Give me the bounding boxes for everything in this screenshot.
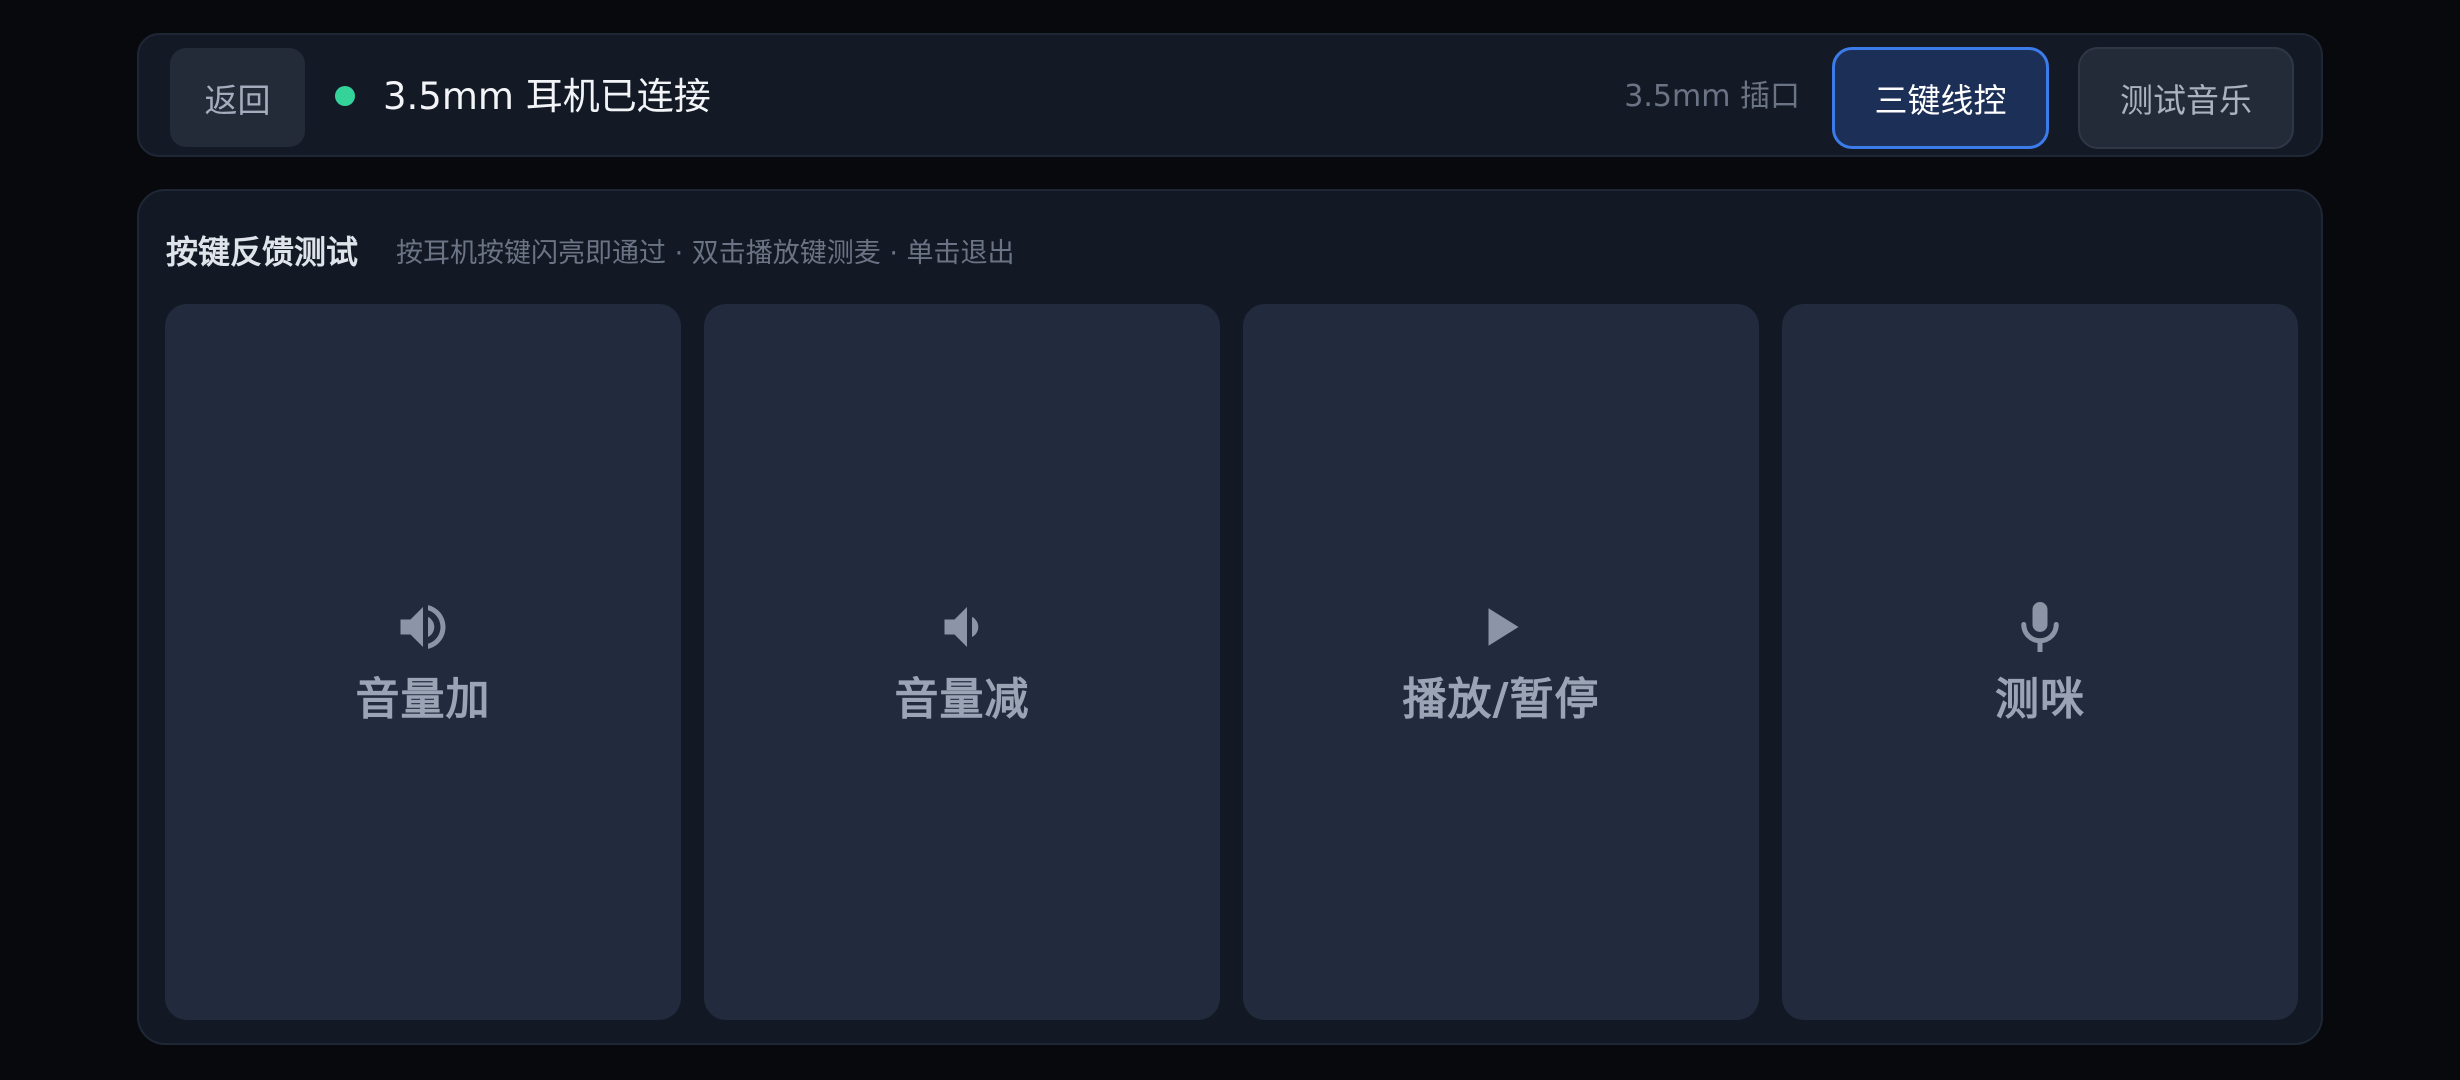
connection-status-text: 3.5mm 耳机已连接 — [383, 75, 711, 118]
key-label-play-pause: 播放/暂停 — [1402, 674, 1600, 725]
three-key-control-button[interactable]: 三键线控 — [1832, 47, 2049, 149]
play-icon — [1471, 597, 1531, 657]
panel-title: 按键反馈测试 — [166, 233, 359, 271]
key-card-mic-test[interactable]: 测咪 — [1782, 304, 2298, 1020]
microphone-icon — [2010, 597, 2070, 657]
key-label-volume-up: 音量加 — [355, 674, 491, 725]
key-card-volume-up[interactable]: 音量加 — [165, 304, 681, 1020]
test-music-button[interactable]: 测试音乐 — [2078, 47, 2294, 149]
key-card-volume-down[interactable]: 音量减 — [704, 304, 1220, 1020]
top-bar: 返回 3.5mm 耳机已连接 3.5mm 插口 三键线控 测试音乐 — [137, 33, 2323, 157]
connection-status-dot — [335, 86, 355, 106]
key-feedback-test-panel: 按键反馈测试 按耳机按键闪亮即通过 · 双击播放键测麦 · 单击退出 音量加 音… — [137, 189, 2323, 1045]
key-label-mic-test: 测咪 — [1995, 674, 2085, 725]
volume-down-icon — [932, 597, 992, 657]
key-label-volume-down: 音量减 — [894, 674, 1030, 725]
panel-hint: 按耳机按键闪亮即通过 · 双击播放键测麦 · 单击退出 — [396, 238, 1015, 269]
port-label: 3.5mm 插口 — [1624, 79, 1800, 114]
volume-up-icon — [393, 597, 453, 657]
key-card-play-pause[interactable]: 播放/暂停 — [1243, 304, 1759, 1020]
back-button[interactable]: 返回 — [170, 48, 305, 147]
key-cards: 音量加 音量减 播放/暂停 测咪 — [165, 304, 2299, 1020]
